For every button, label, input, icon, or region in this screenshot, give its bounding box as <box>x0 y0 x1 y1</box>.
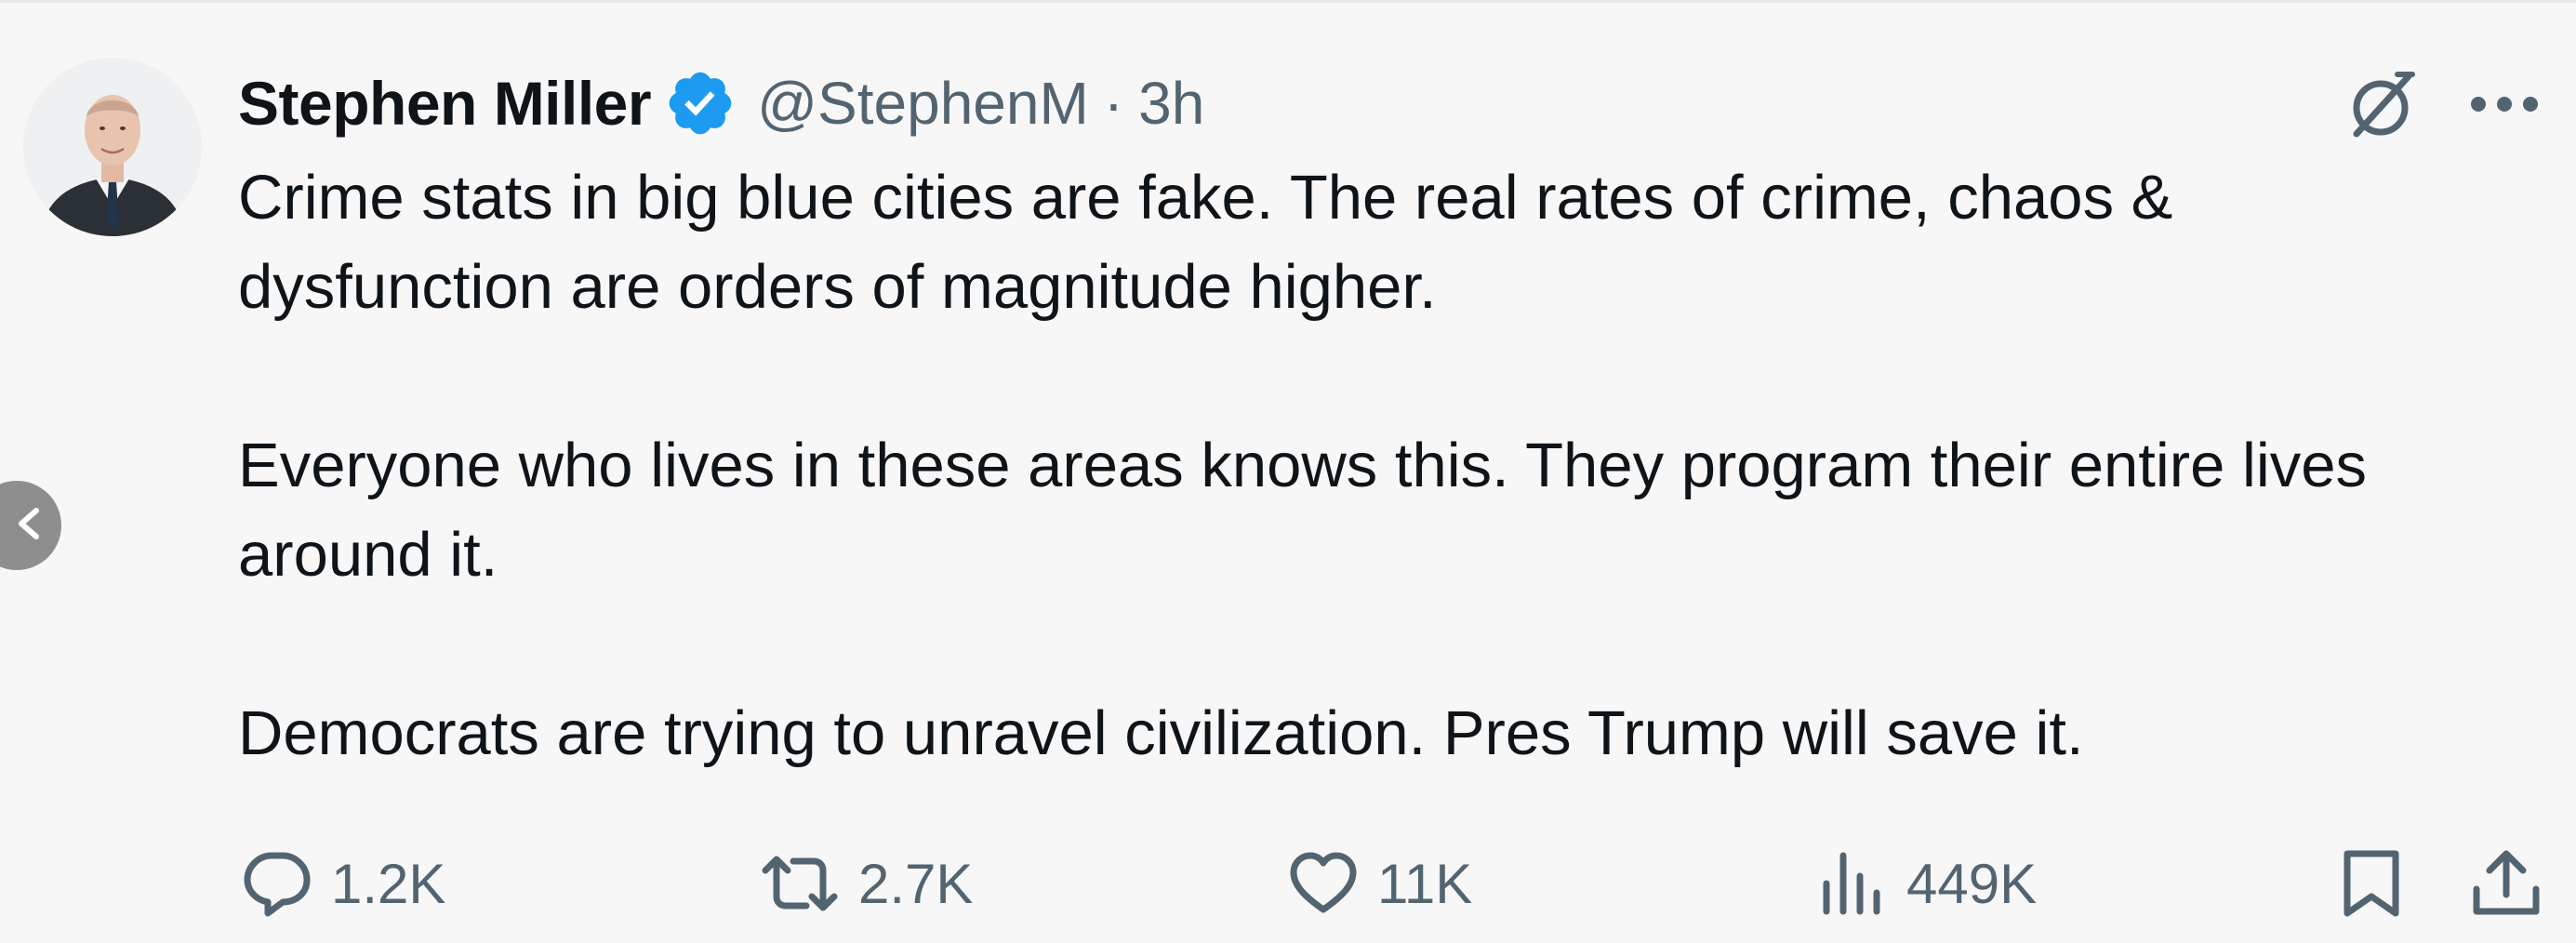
avatar[interactable] <box>23 58 202 236</box>
user-handle[interactable]: @StephenM <box>757 69 1089 138</box>
reply-count: 1.2K <box>331 852 446 915</box>
repost-count: 2.7K <box>858 852 974 915</box>
like-button[interactable]: 11K <box>1286 837 1472 930</box>
more-options-icon[interactable] <box>2469 93 2540 115</box>
tweet-header: Stephen Miller @StephenM · 3h <box>238 61 1204 145</box>
separator-dot: · <box>1103 70 1124 137</box>
tweet-paragraph: Crime stats in big blue cities are fake.… <box>238 163 2173 322</box>
tweet-paragraph: Democrats are trying to unravel civiliza… <box>238 698 2084 768</box>
verified-badge-icon[interactable] <box>664 67 737 139</box>
tweet-paragraph: Everyone who lives in these areas knows … <box>238 431 2367 590</box>
display-name[interactable]: Stephen Miller <box>238 68 652 139</box>
bookmark-button[interactable] <box>2334 837 2409 930</box>
tweet-card: Stephen Miller @StephenM · 3h Crime stat… <box>0 0 2576 943</box>
tweet-text: Crime stats in big blue cities are fake.… <box>238 153 2470 778</box>
action-bar: 1.2K 2.7K 11K 449K <box>0 837 2576 930</box>
share-icon <box>2469 846 2543 921</box>
heart-icon <box>1286 846 1361 921</box>
views-icon <box>1815 846 1890 921</box>
bookmark-icon <box>2334 846 2409 921</box>
share-button[interactable] <box>2469 837 2543 930</box>
divider <box>0 0 2576 3</box>
views-count: 449K <box>1906 852 2038 915</box>
views-button[interactable]: 449K <box>1815 837 2037 930</box>
back-button[interactable] <box>0 481 61 570</box>
timestamp[interactable]: 3h <box>1138 69 1204 138</box>
reply-icon <box>240 846 314 921</box>
repost-icon <box>758 846 842 921</box>
reply-button[interactable]: 1.2K <box>240 837 445 930</box>
like-count: 11K <box>1377 852 1473 915</box>
chevron-left-icon <box>10 505 47 547</box>
repost-button[interactable]: 2.7K <box>758 837 973 930</box>
grok-icon[interactable] <box>2342 67 2420 145</box>
